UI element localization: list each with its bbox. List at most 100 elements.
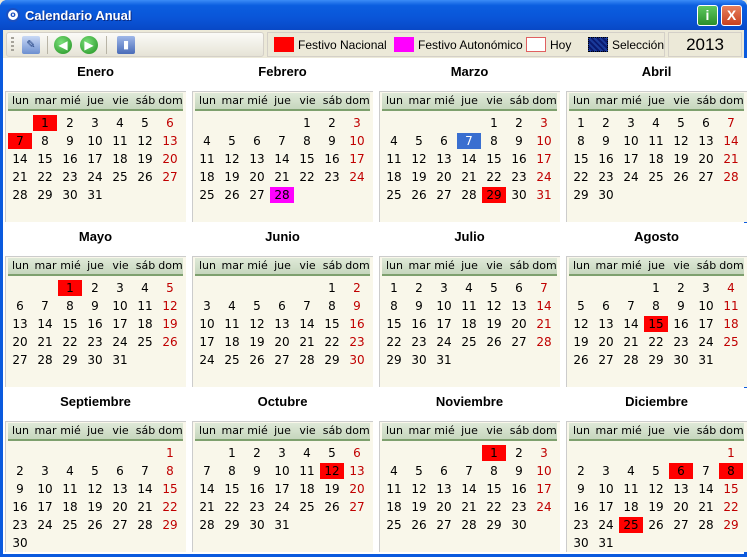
day-cell[interactable]: 21 — [694, 499, 718, 515]
day-cell[interactable]: 12 — [569, 316, 593, 332]
day-cell[interactable]: 12 — [158, 298, 182, 314]
day-cell[interactable]: 11 — [195, 151, 219, 167]
day-cell[interactable]: 8 — [58, 298, 82, 314]
day-cell[interactable]: 21 — [270, 169, 294, 185]
day-cell[interactable]: 8 — [220, 463, 244, 479]
day-cell[interactable]: 6 — [594, 298, 618, 314]
day-cell[interactable]: 26 — [320, 499, 344, 515]
day-cell[interactable]: 30 — [83, 352, 107, 368]
day-cell[interactable]: 29 — [569, 187, 593, 203]
day-cell[interactable]: 17 — [619, 151, 643, 167]
day-cell[interactable]: 31 — [270, 517, 294, 533]
day-cell[interactable]: 10 — [532, 133, 556, 149]
day-cell[interactable]: 7 — [619, 298, 643, 314]
day-cell[interactable]: 2 — [8, 463, 32, 479]
day-cell[interactable]: 14 — [694, 481, 718, 497]
day-cell[interactable]: 25 — [719, 334, 743, 350]
day-cell[interactable]: 15 — [295, 151, 319, 167]
day-cell[interactable]: 7 — [295, 298, 319, 314]
day-cell[interactable]: 23 — [245, 499, 269, 515]
day-cell[interactable]: 13 — [345, 463, 369, 479]
day-cell[interactable]: 17 — [83, 151, 107, 167]
day-cell[interactable]: 31 — [432, 352, 456, 368]
day-cell[interactable]: 30 — [594, 187, 618, 203]
day-cell[interactable]: 17 — [345, 151, 369, 167]
day-cell[interactable]: 5 — [569, 298, 593, 314]
day-cell[interactable]: 30 — [58, 187, 82, 203]
day-cell[interactable]: 6 — [158, 115, 182, 131]
day-cell[interactable]: 4 — [719, 280, 743, 296]
day-cell[interactable]: 2 — [569, 463, 593, 479]
day-cell[interactable]: 19 — [320, 481, 344, 497]
day-cell[interactable]: 1 — [320, 280, 344, 296]
day-cell[interactable]: 15 — [320, 316, 344, 332]
day-cell[interactable]: 26 — [158, 334, 182, 350]
day-cell[interactable]: 24 — [108, 334, 132, 350]
day-cell[interactable]: 16 — [594, 151, 618, 167]
day-cell[interactable]: 24 — [432, 334, 456, 350]
day-cell[interactable]: 11 — [382, 151, 406, 167]
day-cell[interactable]: 24 — [594, 517, 618, 533]
day-cell[interactable]: 3 — [270, 445, 294, 461]
day-cell[interactable]: 20 — [594, 334, 618, 350]
day-cell[interactable]: 14 — [457, 481, 481, 497]
day-cell[interactable]: 19 — [669, 151, 693, 167]
day-cell[interactable]: 29 — [644, 352, 668, 368]
day-cell[interactable]: 4 — [382, 133, 406, 149]
day-cell[interactable]: 10 — [108, 298, 132, 314]
day-cell[interactable]: 1 — [220, 445, 244, 461]
day-cell[interactable]: 2 — [594, 115, 618, 131]
day-cell[interactable]: 7 — [457, 463, 481, 479]
day-cell[interactable]: 9 — [507, 463, 531, 479]
day-cell[interactable]: 16 — [569, 499, 593, 515]
prev-year-icon[interactable]: ◀ — [54, 36, 72, 54]
day-cell[interactable]: 8 — [382, 298, 406, 314]
day-cell[interactable]: 4 — [220, 298, 244, 314]
day-cell[interactable]: 22 — [33, 169, 57, 185]
day-cell[interactable]: 6 — [8, 298, 32, 314]
day-cell[interactable]: 14 — [719, 133, 743, 149]
day-cell[interactable]: 23 — [507, 169, 531, 185]
day-cell[interactable]: 23 — [669, 334, 693, 350]
day-cell[interactable]: 27 — [594, 352, 618, 368]
day-cell[interactable]: 22 — [220, 499, 244, 515]
day-cell[interactable]: 23 — [594, 169, 618, 185]
day-cell[interactable]: 6 — [432, 133, 456, 149]
day-cell[interactable]: 18 — [619, 499, 643, 515]
day-cell[interactable]: 1 — [158, 445, 182, 461]
day-cell[interactable]: 25 — [382, 187, 406, 203]
day-cell[interactable]: 8 — [644, 298, 668, 314]
day-cell[interactable]: 17 — [532, 151, 556, 167]
day-cell[interactable]: 8 — [719, 463, 743, 479]
day-cell[interactable]: 29 — [382, 352, 406, 368]
day-cell[interactable]: 21 — [457, 169, 481, 185]
day-cell[interactable]: 27 — [8, 352, 32, 368]
day-cell[interactable]: 19 — [133, 151, 157, 167]
day-cell[interactable]: 30 — [345, 352, 369, 368]
day-cell[interactable]: 18 — [133, 316, 157, 332]
day-cell[interactable]: 22 — [644, 334, 668, 350]
day-cell[interactable]: 22 — [320, 334, 344, 350]
day-cell[interactable]: 10 — [694, 298, 718, 314]
day-cell[interactable]: 4 — [58, 463, 82, 479]
day-cell[interactable]: 27 — [432, 517, 456, 533]
day-cell[interactable]: 28 — [270, 187, 294, 203]
day-cell[interactable]: 6 — [432, 463, 456, 479]
day-cell[interactable]: 12 — [669, 133, 693, 149]
day-cell[interactable]: 26 — [482, 334, 506, 350]
day-cell[interactable]: 5 — [83, 463, 107, 479]
day-cell[interactable]: 8 — [33, 133, 57, 149]
day-cell[interactable]: 3 — [33, 463, 57, 479]
exit-icon[interactable]: ▮ — [117, 36, 135, 54]
next-year-icon[interactable]: ▶ — [80, 36, 98, 54]
day-cell[interactable]: 7 — [195, 463, 219, 479]
day-cell[interactable]: 13 — [694, 133, 718, 149]
day-cell[interactable]: 30 — [8, 535, 32, 551]
day-cell[interactable]: 3 — [532, 445, 556, 461]
day-cell[interactable]: 17 — [195, 334, 219, 350]
day-cell[interactable]: 25 — [457, 334, 481, 350]
day-cell[interactable]: 22 — [569, 169, 593, 185]
day-cell[interactable]: 22 — [295, 169, 319, 185]
day-cell[interactable]: 28 — [133, 517, 157, 533]
day-cell[interactable]: 1 — [482, 445, 506, 461]
